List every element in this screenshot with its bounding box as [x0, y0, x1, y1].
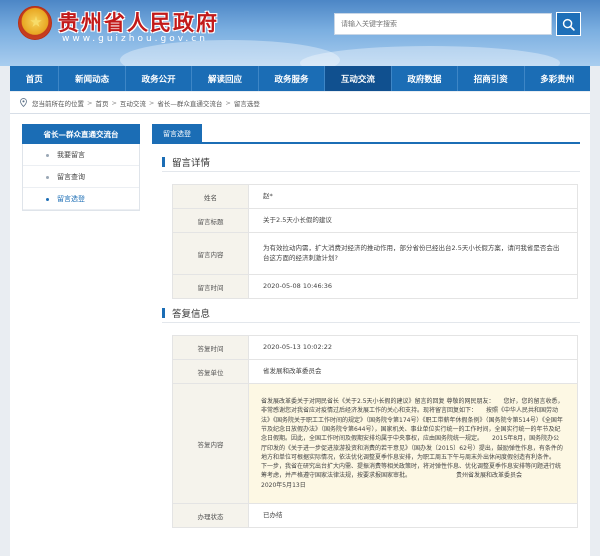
national-emblem-icon[interactable] — [18, 6, 52, 40]
section-divider — [162, 171, 580, 172]
site-title[interactable]: 贵州省人民政府 — [58, 7, 219, 37]
breadcrumb-link-governor-platform[interactable]: 省长—群众直通交流台 — [157, 98, 222, 108]
breadcrumb-current[interactable]: 留言选登 — [234, 98, 260, 108]
nav-item-news[interactable]: 新闻动态 — [59, 66, 126, 91]
table-row: 答复单位 省发展和改革委员会 — [172, 359, 578, 384]
tab-selected-messages[interactable]: 留言选登 — [152, 124, 202, 144]
location-pin-icon — [20, 98, 27, 107]
row-label: 答复时间 — [172, 335, 249, 360]
nav-item-public-affairs[interactable]: 政务公开 — [126, 66, 193, 91]
nav-item-interaction[interactable]: 互动交流 — [325, 66, 392, 91]
row-value: 赵* — [248, 184, 578, 209]
section-marker — [162, 157, 165, 167]
sidebar-item-selected-messages[interactable]: 留言选登 — [23, 188, 139, 210]
main-panel: 省长—群众直通交流台 我要留言 留言查询 留言选登 留言选登 留言详情 姓名 赵… — [10, 114, 590, 556]
row-value: 为有效拉动内需，扩大消费对经济的推动作用，部分省份已经出台2.5天小长假方案，请… — [248, 232, 578, 275]
nav-item-data[interactable]: 政府数据 — [392, 66, 459, 91]
row-label: 姓名 — [172, 184, 249, 209]
nav-item-services[interactable]: 政务服务 — [259, 66, 326, 91]
nav-item-colorful-guizhou[interactable]: 多彩贵州 — [525, 66, 590, 91]
table-row: 答复内容 省发展改革委关于对网民省长《关于2.5天小长假的建议》留言的回复 尊敬… — [172, 383, 578, 504]
reply-detail-table: 答复时间 2020-05-13 10:02:22 答复单位 省发展和改革委员会 … — [172, 335, 578, 528]
message-section-title: 留言详情 — [172, 158, 211, 169]
breadcrumb-separator: > — [225, 98, 231, 107]
row-value: 2020-05-13 10:02:22 — [248, 335, 578, 360]
breadcrumb: 您当前所在的位置 > 首页 > 互动交流 > 省长—群众直通交流台 > 留言选登 — [10, 92, 590, 114]
status-value: 已办结 — [248, 503, 578, 528]
table-row: 留言内容 为有效拉动内需，扩大消费对经济的推动作用，部分省份已经出台2.5天小长… — [172, 232, 578, 275]
search-button[interactable] — [556, 12, 581, 36]
row-label: 留言内容 — [172, 232, 249, 275]
reply-content-text: 省发展改革委关于对网民省长《关于2.5天小长假的建议》留言的回复 尊敬的网民朋友… — [248, 383, 578, 504]
row-label: 留言标题 — [172, 208, 249, 233]
search-icon — [562, 18, 575, 31]
search-input[interactable] — [334, 13, 552, 35]
breadcrumb-prefix: 您当前所在的位置 — [32, 99, 84, 108]
site-header: 贵州省人民政府 www.guizhou.gov.cn — [0, 0, 600, 66]
sidebar-menu: 我要留言 留言查询 留言选登 — [22, 144, 140, 211]
breadcrumb-separator: > — [148, 98, 155, 107]
row-label: 留言时间 — [172, 274, 249, 299]
nav-item-investment[interactable]: 招商引资 — [458, 66, 525, 91]
row-value: 关于2.5天小长假的建议 — [248, 208, 578, 233]
breadcrumb-link-interaction[interactable]: 互动交流 — [120, 98, 146, 108]
section-marker — [162, 308, 165, 318]
breadcrumb-link-home[interactable]: 首页 — [95, 98, 108, 108]
table-row: 留言标题 关于2.5天小长假的建议 — [172, 208, 578, 233]
message-detail-table: 姓名 赵* 留言标题 关于2.5天小长假的建议 留言内容 为有效拉动内需，扩大消… — [172, 184, 578, 299]
row-value: 2020-05-08 10:46:36 — [248, 274, 578, 299]
row-label: 答复内容 — [172, 383, 249, 504]
sidebar-item-leave-message[interactable]: 我要留言 — [23, 144, 139, 166]
row-value: 省发展和改革委员会 — [248, 359, 578, 384]
table-row: 办理状态 已办结 — [172, 503, 578, 528]
site-domain: www.guizhou.gov.cn — [62, 34, 208, 44]
nav-item-home[interactable]: 首页 — [10, 66, 60, 91]
nav-item-interpretation[interactable]: 解读回应 — [192, 66, 259, 91]
section-divider — [162, 322, 580, 323]
header-cloud — [300, 46, 560, 66]
breadcrumb-separator: > — [111, 98, 117, 107]
row-label: 答复单位 — [172, 359, 249, 384]
sidebar-item-message-query[interactable]: 留言查询 — [23, 166, 139, 188]
tab-bar: 留言选登 — [152, 124, 580, 144]
table-row: 答复时间 2020-05-13 10:02:22 — [172, 335, 578, 360]
reply-section-title: 答复信息 — [172, 309, 211, 320]
table-row: 留言时间 2020-05-08 10:46:36 — [172, 274, 578, 299]
table-row: 姓名 赵* — [172, 184, 578, 209]
breadcrumb-separator: > — [87, 98, 93, 107]
main-nav: 首页 新闻动态 政务公开 解读回应 政务服务 互动交流 政府数据 招商引资 多彩… — [10, 66, 590, 91]
row-label: 办理状态 — [172, 503, 249, 528]
sidebar-title: 省长—群众直通交流台 — [22, 124, 140, 144]
